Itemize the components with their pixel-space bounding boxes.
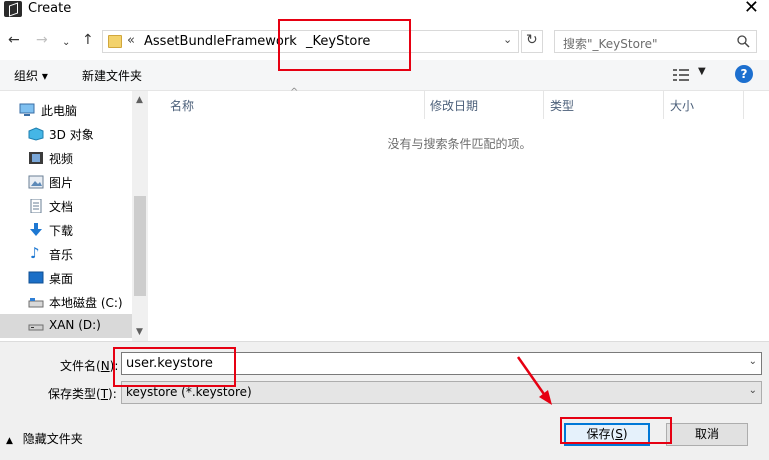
annotation-arrow — [516, 356, 552, 405]
